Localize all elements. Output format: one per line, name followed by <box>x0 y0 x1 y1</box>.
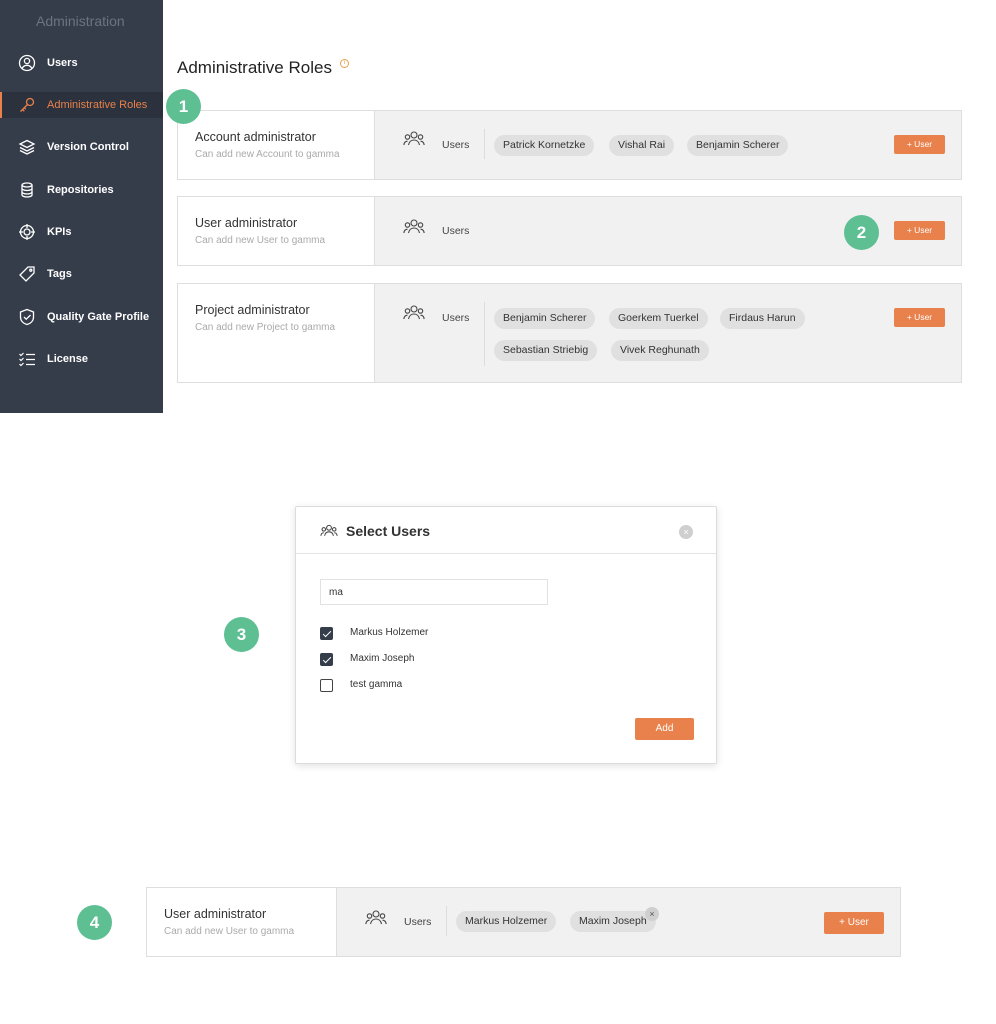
step-badge-3: 3 <box>224 617 259 652</box>
sidebar-item-administrative-roles[interactable]: Administrative Roles <box>0 92 163 118</box>
role-name: Project administrator <box>195 303 310 317</box>
step-badge-4: 4 <box>77 905 112 940</box>
shield-check-icon <box>18 308 36 326</box>
users-label: Users <box>442 139 470 151</box>
role-info: User administrator Can add new User to g… <box>178 197 375 265</box>
user-chip[interactable]: Vivek Reghunath <box>611 340 709 361</box>
users-label: Users <box>404 916 432 928</box>
remove-chip-icon[interactable]: × <box>645 907 659 921</box>
users-group-icon <box>403 219 425 234</box>
role-name: User administrator <box>195 216 298 230</box>
add-user-button[interactable]: + User <box>894 308 945 327</box>
role-info: User administrator Can add new User to g… <box>147 888 337 956</box>
search-input[interactable] <box>320 579 548 605</box>
step-badge-2: 2 <box>844 215 879 250</box>
user-chip[interactable]: Vishal Rai <box>609 135 675 156</box>
modal-title: Select Users <box>346 523 431 539</box>
sidebar-item-license[interactable]: License <box>0 346 163 372</box>
user-chip[interactable]: Goerkem Tuerkel <box>609 308 708 329</box>
add-user-button[interactable]: + User <box>894 135 945 154</box>
role-info: Account administrator Can add new Accoun… <box>178 111 375 179</box>
users-group-icon <box>365 910 387 925</box>
option-label: Maxim Joseph <box>350 653 415 664</box>
info-icon[interactable]: i <box>340 59 349 68</box>
sidebar-item-label: Users <box>47 57 78 69</box>
sidebar-item-label: Quality Gate Profile <box>47 311 150 323</box>
role-name: User administrator <box>164 907 267 921</box>
sidebar-item-repositories[interactable]: Repositories <box>0 177 163 203</box>
select-users-modal: Select Users × Markus Holzemer Maxim Jos… <box>295 506 717 764</box>
add-button[interactable]: Add <box>635 718 694 740</box>
sidebar-title: Administration <box>36 13 125 29</box>
role-name: Account administrator <box>195 130 316 144</box>
sidebar-item-label: Administrative Roles <box>47 99 148 111</box>
sidebar-item-label: Version Control <box>47 141 129 153</box>
target-icon <box>18 223 36 241</box>
user-chip[interactable]: Benjamin Scherer <box>494 308 596 329</box>
modal-header: Select Users × <box>296 507 716 554</box>
divider <box>484 302 485 366</box>
sidebar: Administration Users Administrative Role… <box>0 0 163 413</box>
sidebar-item-label: License <box>47 353 88 365</box>
user-chip[interactable]: Firdaus Harun <box>720 308 805 329</box>
page-title: Administrative Roles <box>177 58 332 77</box>
sidebar-item-label: KPIs <box>47 226 72 238</box>
user-chip[interactable]: Maxim Joseph <box>570 911 656 932</box>
tag-icon <box>18 265 36 283</box>
role-card-user-administrator-result: User administrator Can add new User to g… <box>146 887 901 957</box>
checkbox-checked[interactable] <box>320 653 333 666</box>
users-group-icon <box>403 305 425 320</box>
role-card-account-administrator: Account administrator Can add new Accoun… <box>177 110 962 180</box>
user-chip[interactable]: Sebastian Striebig <box>494 340 598 361</box>
users-group-icon <box>320 524 338 536</box>
role-card-project-administrator: Project administrator Can add new Projec… <box>177 283 962 383</box>
step-badge-1: 1 <box>166 89 201 124</box>
sidebar-item-label: Repositories <box>47 184 114 196</box>
close-icon[interactable]: × <box>679 525 693 539</box>
role-description: Can add new Account to gamma <box>195 149 340 160</box>
key-icon <box>18 96 36 114</box>
checkbox-unchecked[interactable] <box>320 679 333 692</box>
add-user-button[interactable]: + User <box>824 912 884 934</box>
role-description: Can add new User to gamma <box>195 235 326 246</box>
option-label: Markus Holzemer <box>350 627 429 638</box>
layers-icon <box>18 138 36 156</box>
option-label: test gamma <box>350 679 403 690</box>
checklist-icon <box>18 350 36 368</box>
database-icon <box>18 181 36 199</box>
role-description: Can add new User to gamma <box>164 926 295 937</box>
role-info: Project administrator Can add new Projec… <box>178 284 375 382</box>
users-group-icon <box>403 131 425 146</box>
user-chip[interactable]: Benjamin Scherer <box>687 135 789 156</box>
divider <box>446 906 447 936</box>
user-circle-icon <box>18 54 36 72</box>
role-description: Can add new Project to gamma <box>195 322 336 333</box>
add-user-button[interactable]: + User <box>894 221 945 240</box>
sidebar-item-tags[interactable]: Tags <box>0 261 163 287</box>
divider <box>484 129 485 159</box>
sidebar-item-quality-gate-profile[interactable]: Quality Gate Profile <box>0 304 163 330</box>
sidebar-item-kpis[interactable]: KPIs <box>0 219 163 245</box>
user-chip[interactable]: Patrick Kornetzke <box>494 135 595 156</box>
checkbox-checked[interactable] <box>320 627 333 640</box>
sidebar-item-label: Tags <box>47 268 72 280</box>
sidebar-item-users[interactable]: Users <box>0 50 163 76</box>
sidebar-item-version-control[interactable]: Version Control <box>0 134 163 160</box>
user-chip[interactable]: Markus Holzemer <box>456 911 557 932</box>
users-label: Users <box>442 225 470 237</box>
users-label: Users <box>442 312 470 324</box>
